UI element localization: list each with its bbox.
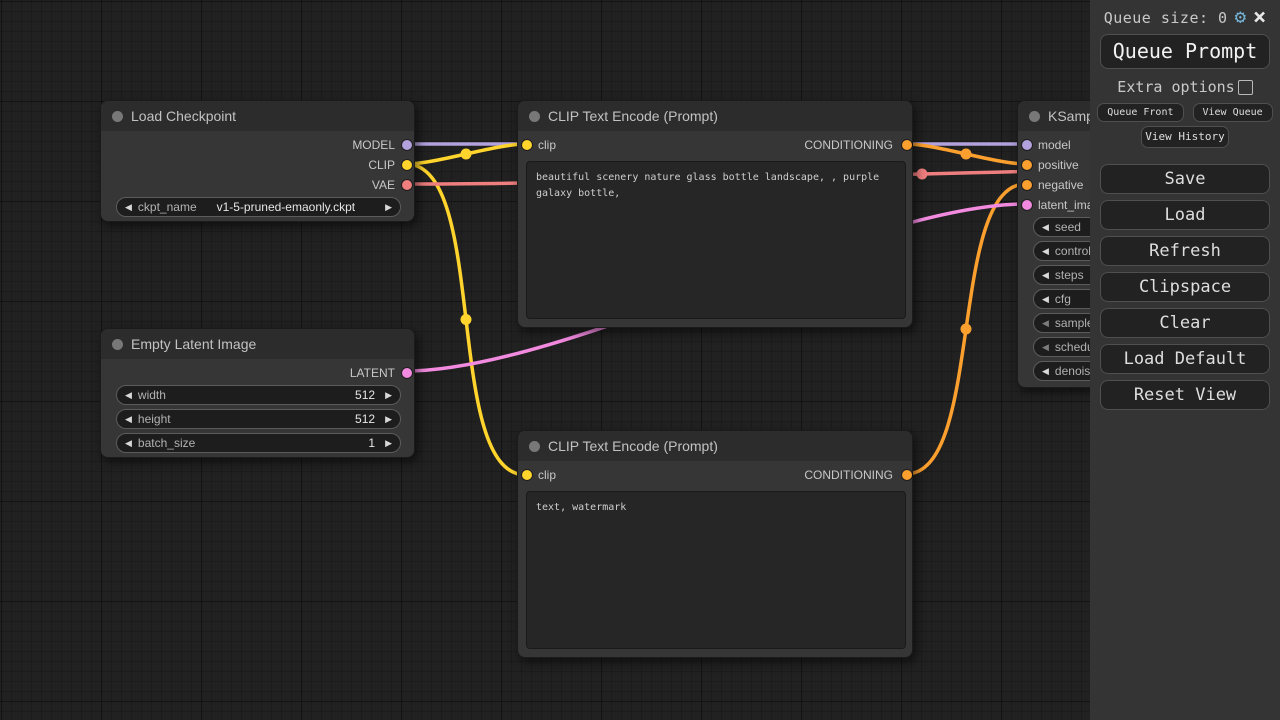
queue-menu-panel: Queue size: 0 ⚙ × Queue Prompt Extra opt… bbox=[1090, 0, 1280, 720]
prev-value-icon[interactable]: ◀ bbox=[1042, 294, 1049, 305]
view-history-button[interactable]: View History bbox=[1141, 126, 1229, 148]
prev-value-icon[interactable]: ◀ bbox=[125, 202, 132, 213]
close-icon[interactable]: × bbox=[1253, 9, 1266, 27]
prev-value-icon[interactable]: ◀ bbox=[1042, 366, 1049, 377]
prev-value-icon[interactable]: ◀ bbox=[1042, 246, 1049, 257]
view-history-label: View History bbox=[1145, 130, 1224, 143]
input-label: positive bbox=[1038, 158, 1079, 172]
output-label: CONDITIONING bbox=[804, 138, 893, 152]
clipspace-button[interactable]: Clipspace bbox=[1100, 272, 1270, 302]
prev-value-icon[interactable]: ◀ bbox=[1042, 222, 1049, 233]
output-row-latent: LATENT bbox=[101, 363, 414, 383]
queue-actions-row: Queue Front View Queue bbox=[1090, 103, 1280, 122]
height-widget[interactable]: ◀ height 512 ▶ bbox=[116, 409, 401, 429]
next-value-icon[interactable]: ▶ bbox=[385, 202, 392, 213]
collapse-dot-icon[interactable] bbox=[529, 111, 540, 122]
input-label: model bbox=[1038, 138, 1071, 152]
model-output-port[interactable] bbox=[402, 140, 412, 150]
reset-view-button[interactable]: Reset View bbox=[1100, 380, 1270, 410]
settings-gear-icon[interactable]: ⚙ bbox=[1235, 8, 1246, 27]
output-label: MODEL bbox=[352, 138, 395, 152]
node-title: Load Checkpoint bbox=[131, 108, 236, 124]
output-label: LATENT bbox=[350, 366, 395, 380]
extra-options-checkbox[interactable] bbox=[1238, 80, 1253, 95]
widget-label: seed bbox=[1055, 220, 1081, 234]
negative-input-port[interactable] bbox=[1022, 180, 1032, 190]
latent-output-port[interactable] bbox=[402, 368, 412, 378]
output-row-clip: CLIP bbox=[101, 155, 414, 175]
output-label: CONDITIONING bbox=[804, 468, 893, 482]
prev-value-icon[interactable]: ◀ bbox=[125, 390, 132, 401]
queue-prompt-button[interactable]: Queue Prompt bbox=[1100, 34, 1270, 69]
node-clip-text-encode-positive[interactable]: CLIP Text Encode (Prompt) clip CONDITION… bbox=[517, 100, 913, 328]
extra-options-label: Extra options bbox=[1117, 78, 1234, 96]
widget-label: batch_size bbox=[138, 436, 195, 450]
ckpt-name-widget[interactable]: ◀ ckpt_name v1-5-pruned-emaonly.ckpt ▶ bbox=[116, 197, 401, 217]
prev-value-icon[interactable]: ◀ bbox=[1042, 342, 1049, 353]
model-input-port[interactable] bbox=[1022, 140, 1032, 150]
prev-value-icon[interactable]: ◀ bbox=[125, 414, 132, 425]
queue-front-button[interactable]: Queue Front bbox=[1097, 103, 1183, 122]
conditioning-output-port[interactable] bbox=[902, 140, 912, 150]
node-title-bar[interactable]: Empty Latent Image bbox=[101, 329, 414, 359]
menu-header-row: Queue size: 0 ⚙ × bbox=[1090, 8, 1280, 27]
collapse-dot-icon[interactable] bbox=[112, 111, 123, 122]
width-widget[interactable]: ◀ width 512 ▶ bbox=[116, 385, 401, 405]
prompt-text-input[interactable]: beautiful scenery nature glass bottle la… bbox=[526, 161, 906, 319]
input-label: negative bbox=[1038, 178, 1083, 192]
save-button[interactable]: Save bbox=[1100, 164, 1270, 194]
node-load-checkpoint[interactable]: Load Checkpoint MODEL CLIP VAE ◀ ckpt_na… bbox=[100, 100, 415, 222]
clip-output-port[interactable] bbox=[402, 160, 412, 170]
node-title: CLIP Text Encode (Prompt) bbox=[548, 108, 718, 124]
positive-input-port[interactable] bbox=[1022, 160, 1032, 170]
widget-value: 512 bbox=[166, 388, 385, 402]
vae-output-port[interactable] bbox=[402, 180, 412, 190]
extra-options-row: Extra options bbox=[1090, 78, 1280, 96]
collapse-dot-icon[interactable] bbox=[529, 441, 540, 452]
output-row-conditioning: CONDITIONING bbox=[518, 465, 912, 485]
load-button[interactable]: Load bbox=[1100, 200, 1270, 230]
node-title-bar[interactable]: Load Checkpoint bbox=[101, 101, 414, 131]
batch-size-widget[interactable]: ◀ batch_size 1 ▶ bbox=[116, 433, 401, 453]
collapse-dot-icon[interactable] bbox=[1029, 111, 1040, 122]
node-title-bar[interactable]: CLIP Text Encode (Prompt) bbox=[518, 101, 912, 131]
node-title: Empty Latent Image bbox=[131, 336, 256, 352]
view-queue-button[interactable]: View Queue bbox=[1193, 103, 1273, 122]
widget-value: 1 bbox=[195, 436, 385, 450]
conditioning-output-port[interactable] bbox=[902, 470, 912, 480]
prev-value-icon[interactable]: ◀ bbox=[125, 438, 132, 449]
output-label: CLIP bbox=[368, 158, 395, 172]
next-value-icon[interactable]: ▶ bbox=[385, 438, 392, 449]
latent-image-input-port[interactable] bbox=[1022, 200, 1032, 210]
prompt-text-input[interactable]: text, watermark bbox=[526, 491, 906, 649]
prev-value-icon[interactable]: ◀ bbox=[1042, 270, 1049, 281]
widget-value: v1-5-pruned-emaonly.ckpt bbox=[197, 200, 385, 214]
node-title: CLIP Text Encode (Prompt) bbox=[548, 438, 718, 454]
next-value-icon[interactable]: ▶ bbox=[385, 414, 392, 425]
widget-label: ckpt_name bbox=[138, 200, 197, 214]
widget-label: cfg bbox=[1055, 292, 1071, 306]
node-clip-text-encode-negative[interactable]: CLIP Text Encode (Prompt) clip CONDITION… bbox=[517, 430, 913, 658]
output-label: VAE bbox=[372, 178, 395, 192]
widget-label: steps bbox=[1055, 268, 1084, 282]
prev-value-icon[interactable]: ◀ bbox=[1042, 318, 1049, 329]
next-value-icon[interactable]: ▶ bbox=[385, 390, 392, 401]
widget-label: height bbox=[138, 412, 171, 426]
queue-size-label: Queue size: 0 bbox=[1104, 9, 1228, 27]
node-title-bar[interactable]: CLIP Text Encode (Prompt) bbox=[518, 431, 912, 461]
output-row-model: MODEL bbox=[101, 135, 414, 155]
widget-label: width bbox=[138, 388, 166, 402]
refresh-button[interactable]: Refresh bbox=[1100, 236, 1270, 266]
node-empty-latent-image[interactable]: Empty Latent Image LATENT ◀ width 512 ▶ … bbox=[100, 328, 415, 458]
load-default-button[interactable]: Load Default bbox=[1100, 344, 1270, 374]
collapse-dot-icon[interactable] bbox=[112, 339, 123, 350]
output-row-vae: VAE bbox=[101, 175, 414, 195]
widget-value: 512 bbox=[171, 412, 385, 426]
clear-button[interactable]: Clear bbox=[1100, 308, 1270, 338]
output-row-conditioning: CONDITIONING bbox=[518, 135, 912, 155]
